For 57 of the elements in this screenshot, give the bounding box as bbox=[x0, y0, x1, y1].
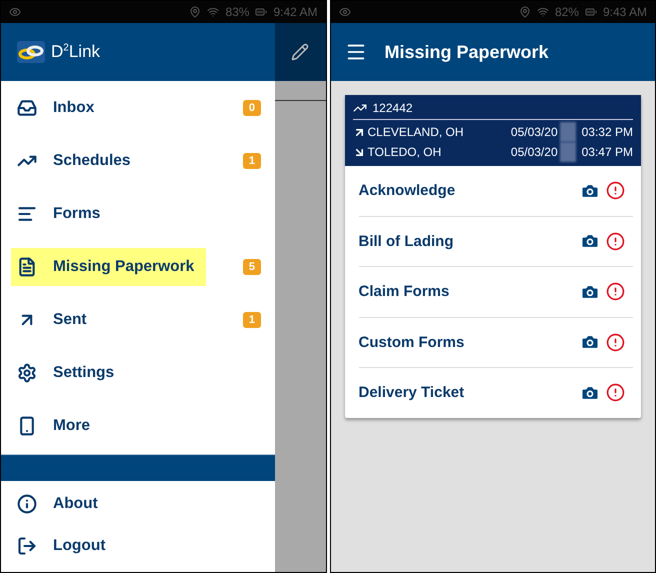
stop-date: 05/03/20 bbox=[510, 125, 558, 139]
document-label: Acknowledge bbox=[358, 182, 456, 200]
blurred-area bbox=[560, 122, 576, 142]
document-label: Claim Forms bbox=[358, 283, 450, 300]
document-label: Custom Forms bbox=[358, 334, 464, 351]
inbox-icon bbox=[17, 98, 37, 118]
drawer-item[interactable]: Sent bbox=[11, 300, 99, 338]
document-row[interactable]: Claim Forms bbox=[358, 266, 633, 316]
info-icon bbox=[17, 494, 37, 514]
document-row[interactable]: Acknowledge bbox=[358, 166, 633, 216]
alert-icon bbox=[606, 332, 625, 352]
eye-icon bbox=[338, 6, 350, 18]
count-badge: 1 bbox=[242, 312, 261, 328]
battery-icon bbox=[584, 6, 597, 18]
alert-icon bbox=[606, 383, 625, 402]
count-badge: 1 bbox=[242, 152, 261, 168]
alert-icon bbox=[606, 232, 625, 251]
logout-icon bbox=[17, 536, 37, 556]
settings-icon bbox=[17, 362, 37, 382]
battery-icon bbox=[255, 6, 268, 18]
alert-icon bbox=[606, 282, 625, 302]
screen-title: Missing Paperwork bbox=[384, 42, 549, 62]
load-number: 122442 bbox=[372, 101, 413, 115]
chain-link-icon bbox=[17, 41, 45, 63]
alert-icon bbox=[606, 181, 625, 200]
phone-icon bbox=[17, 416, 37, 436]
battery-percent: 83% bbox=[225, 5, 250, 19]
drawer-item[interactable]: Logout bbox=[11, 527, 118, 565]
status-time: 9:42 AM bbox=[273, 5, 318, 19]
document-row[interactable]: Bill of Lading bbox=[358, 216, 633, 266]
drawer-item[interactable]: Missing Paperwork bbox=[11, 248, 206, 286]
drawer-item[interactable]: More bbox=[11, 406, 102, 444]
document-label: Bill of Lading bbox=[358, 232, 454, 250]
stop-time: 03:47 PM bbox=[582, 145, 633, 159]
eye-icon bbox=[9, 6, 21, 18]
stop-city: TOLEDO, OH bbox=[368, 145, 442, 159]
drawer-item[interactable]: Forms bbox=[11, 194, 112, 232]
drawer-item[interactable]: About bbox=[11, 485, 110, 523]
document-icon bbox=[17, 256, 37, 276]
stop-date: 05/03/20 bbox=[510, 145, 558, 159]
blurred-area bbox=[560, 142, 576, 162]
battery-percent: 82% bbox=[554, 5, 579, 19]
location-icon bbox=[189, 6, 202, 18]
location-icon bbox=[518, 6, 531, 18]
drawer-item[interactable]: Settings bbox=[11, 354, 126, 392]
document-label: Delivery Ticket bbox=[358, 384, 464, 402]
logo-text: D$^{2}$Link bbox=[51, 42, 100, 62]
count-badge: 0 bbox=[242, 100, 261, 116]
document-row[interactable]: Custom Forms bbox=[358, 316, 633, 367]
stop-time: 03:32 PM bbox=[582, 125, 633, 139]
stop-city: CLEVELAND, OH bbox=[368, 125, 464, 139]
count-badge: 5 bbox=[242, 258, 261, 274]
drawer-item[interactable]: Schedules bbox=[11, 142, 143, 180]
document-row[interactable]: Delivery Ticket bbox=[358, 367, 633, 418]
drawer-item[interactable]: Inbox bbox=[11, 88, 106, 126]
pencil-icon[interactable] bbox=[291, 43, 310, 61]
status-time: 9:43 AM bbox=[602, 5, 647, 19]
